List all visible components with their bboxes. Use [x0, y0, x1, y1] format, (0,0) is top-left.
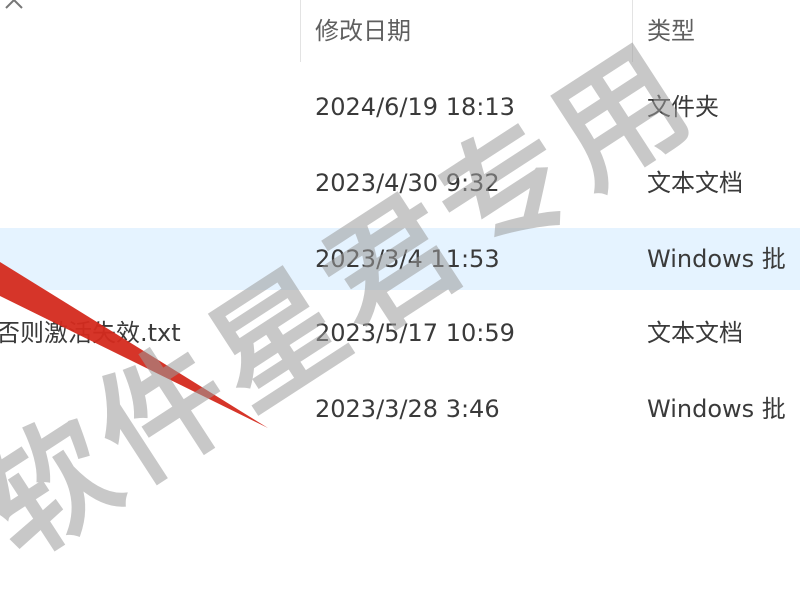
- column-separator[interactable]: [632, 0, 633, 62]
- file-modified-date: 2023/3/28 3:46: [315, 395, 500, 423]
- file-type: Windows 批: [647, 395, 786, 423]
- column-header-modified[interactable]: 修改日期: [315, 0, 411, 62]
- file-modified-date: 2024/6/19 18:13: [315, 93, 515, 121]
- file-modified-date: 2023/4/30 9:32: [315, 169, 500, 197]
- file-type: 文本文档: [647, 169, 743, 197]
- column-header-type[interactable]: 类型: [647, 0, 695, 62]
- column-header: 修改日期 类型: [0, 0, 800, 62]
- file-name: 否则激活失效.txt: [0, 319, 181, 347]
- chevron-up-icon[interactable]: [2, 0, 26, 14]
- file-type: 文本文档: [647, 319, 743, 347]
- file-row-selected[interactable]: 2023/3/4 11:53 Windows 批: [0, 228, 800, 290]
- file-type: Windows 批: [647, 245, 786, 273]
- file-modified-date: 2023/3/4 11:53: [315, 245, 500, 273]
- column-separator[interactable]: [300, 0, 301, 62]
- file-modified-date: 2023/5/17 10:59: [315, 319, 515, 347]
- file-row[interactable]: 2024/6/19 18:13 文件夹: [0, 76, 800, 138]
- file-row[interactable]: 否则激活失效.txt 2023/5/17 10:59 文本文档: [0, 302, 800, 364]
- file-row[interactable]: 2023/4/30 9:32 文本文档: [0, 152, 800, 214]
- file-row[interactable]: 2023/3/28 3:46 Windows 批: [0, 378, 800, 440]
- file-type: 文件夹: [647, 93, 719, 121]
